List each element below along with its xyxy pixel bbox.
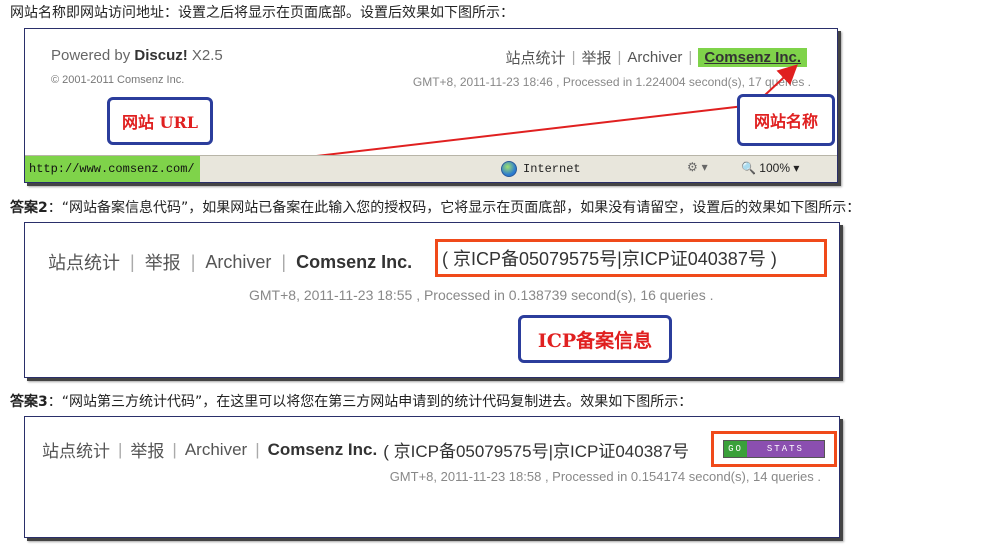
badge-stats: STATS [746,441,824,457]
answer2-paragraph: 答案2：“网站备案信息代码”，如果网站已备案在此输入您的授权码，它将显示在页面底… [10,197,860,217]
screenshot-site-name: Powered by Discuz! X2.5 © 2001-2011 Coms… [24,28,838,183]
nav-link-archiver[interactable]: Archiver [185,440,247,460]
badge-go: GO [724,441,747,457]
callout-site-name: 网站名称 [737,94,835,146]
screenshot-stats: 站点统计 | 举报 | Archiver | Comsenz Inc. ( 京ICP备… [24,416,840,538]
chevron-down-icon: ▾ [793,161,800,175]
gmt-processed-info: GMT+8, 2011-11-23 18:58 , Processed in 0… [389,469,821,484]
gostats-badge[interactable]: GO STATS [723,440,825,458]
footer-nav: 站点统计 | 举报 | Archiver | Comsenz Inc. ( 京ICP备… [42,437,689,462]
site-name-link[interactable]: Comsenz Inc. [268,440,378,460]
zoom-level: 100% [759,161,790,175]
nav-separator: | [255,439,260,459]
status-url: http://www.comsenz.com/ [25,156,200,182]
intro-text: 网站名称即网站访问地址：设置之后将显示在页面底部。设置后效果如下图所示： [10,5,514,21]
answer3-label: 答案3 [10,394,48,410]
globe-icon [501,161,517,177]
answer2-text: ：“网站备案信息代码”，如果网站已备案在此输入您的授权码，它将显示在页面底部，如… [47,200,861,216]
browser-status-bar: http://www.comsenz.com/ Internet ⚙ ▾ 🔍 1… [25,155,837,182]
arrow-to-site-name [764,64,798,96]
nav-link-stats[interactable]: 站点统计 [42,437,110,462]
internet-zone: Internet [501,161,581,177]
nav-separator: | [172,439,177,459]
nav-separator: | [118,439,123,459]
callout-url: 网站 URL [107,97,213,145]
callout-arrow [25,223,839,377]
answer2-label: 答案2 [10,200,48,216]
zone-label: Internet [523,162,581,176]
answer3-text: ：“网站第三方统计代码”，在这里可以将您在第三方网站申请到的统计代码复制进去。效… [47,394,693,410]
icp-text[interactable]: ( 京ICP备05079575号|京ICP证040387号 [383,437,689,462]
answer3-paragraph: 答案3：“网站第三方统计代码”，在这里可以将您在第三方网站申请到的统计代码复制进… [10,391,692,411]
zoom-control[interactable]: 🔍 100% ▾ [741,161,799,175]
stats-code-box: GO STATS [711,431,837,467]
screenshot-icp: 站点统计 | 举报 | Archiver | Comsenz Inc. ( 京ICP备… [24,222,840,378]
nav-link-report[interactable]: 举报 [130,437,164,462]
magnifier-icon: 🔍 [741,161,756,175]
security-dropdown-icon[interactable]: ⚙ ▾ [687,160,708,174]
